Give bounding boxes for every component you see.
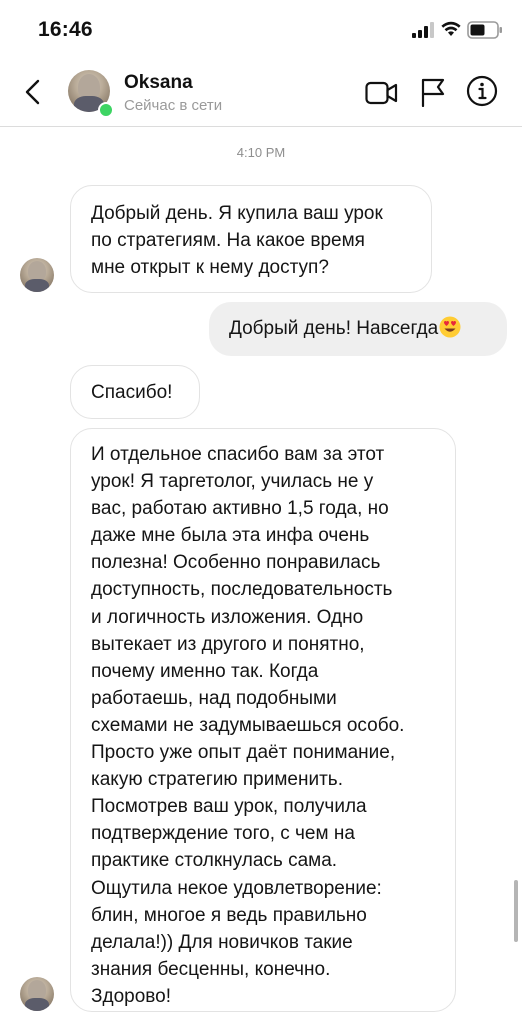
avatar-body <box>25 279 49 292</box>
message-line: Здорово! <box>91 985 171 1007</box>
contact-status: Сейчас в сети <box>124 97 223 114</box>
message-timestamp: 4:10 PM <box>236 145 286 160</box>
chat-header: Oksana Сейчас в сети <box>0 60 522 127</box>
signal-icon <box>412 22 434 38</box>
avatar-body <box>25 998 49 1011</box>
message-line: И отдельное спасибо вам за этот <box>91 444 385 465</box>
message-line: и логичность изложения. Одно <box>91 606 364 628</box>
back-icon[interactable] <box>22 78 44 106</box>
battery-icon <box>467 21 502 39</box>
video-call-icon[interactable] <box>365 80 398 106</box>
heart-eyes-emoji-icon <box>439 316 461 338</box>
message-line: какую стратегию применить. <box>91 769 343 791</box>
message-line: доступность, последовательность <box>91 579 393 601</box>
sender-avatar[interactable] <box>20 977 54 1011</box>
status-bar: 16:46 <box>0 0 522 60</box>
message-line: вас, работаю активно 1,5 года, но <box>91 498 389 520</box>
info-icon[interactable] <box>466 75 498 107</box>
message-line: практике столкнулась сама. <box>91 850 338 872</box>
message-line: Ощутила некое удовлетворение: <box>91 877 382 899</box>
incoming-message[interactable]: Спасибо! <box>70 365 200 419</box>
avatar-hair <box>28 980 46 1000</box>
message-line: знания бесценны, конечно. <box>91 958 331 980</box>
avatar-hair <box>28 261 46 281</box>
message-line: даже мне была эта инфа очень <box>91 525 370 547</box>
outgoing-message[interactable]: Добрый день! Навсегда <box>209 302 507 356</box>
message-text: Спасибо! <box>91 382 173 403</box>
incoming-message[interactable]: Добрый день. Я купила ваш урок по страте… <box>70 185 432 293</box>
message-line: полезна! Особенно понравилась <box>91 552 381 574</box>
message-line: мне открыт к нему доступ? <box>91 257 329 278</box>
contact-name[interactable]: Oksana <box>124 72 193 94</box>
message-line: почему именно так. Когда <box>91 660 319 682</box>
message-line: схемами не задумываешься особо. <box>91 714 405 736</box>
message-line: блин, многое я ведь правильно <box>91 904 367 926</box>
message-line: по стратегиям. На какое время <box>91 230 365 251</box>
message-line: вытекает из другого и понятно, <box>91 633 365 655</box>
message-line: Посмотрев ваш урок, получила <box>91 796 367 818</box>
message-line: подтверждение того, с чем на <box>91 823 355 845</box>
message-line: Добрый день. Я купила ваш урок <box>91 203 383 224</box>
message-line: урок! Я таргетолог, училась не у <box>91 471 374 493</box>
message-line: Просто уже опыт даёт понимание, <box>91 742 396 764</box>
online-indicator <box>98 102 114 118</box>
scrollbar[interactable] <box>514 880 518 942</box>
message-line: работаешь, над подобными <box>91 687 337 709</box>
sender-avatar[interactable] <box>20 258 54 292</box>
wifi-icon <box>441 21 461 36</box>
message-line: делала!)) Для новичков такие <box>91 931 353 953</box>
status-time: 16:46 <box>38 18 93 41</box>
incoming-message[interactable]: И отдельное спасибо вам за этот урок! Я … <box>70 428 456 1012</box>
flag-icon[interactable] <box>420 77 446 107</box>
message-text: Добрый день! Навсегда <box>229 318 439 339</box>
